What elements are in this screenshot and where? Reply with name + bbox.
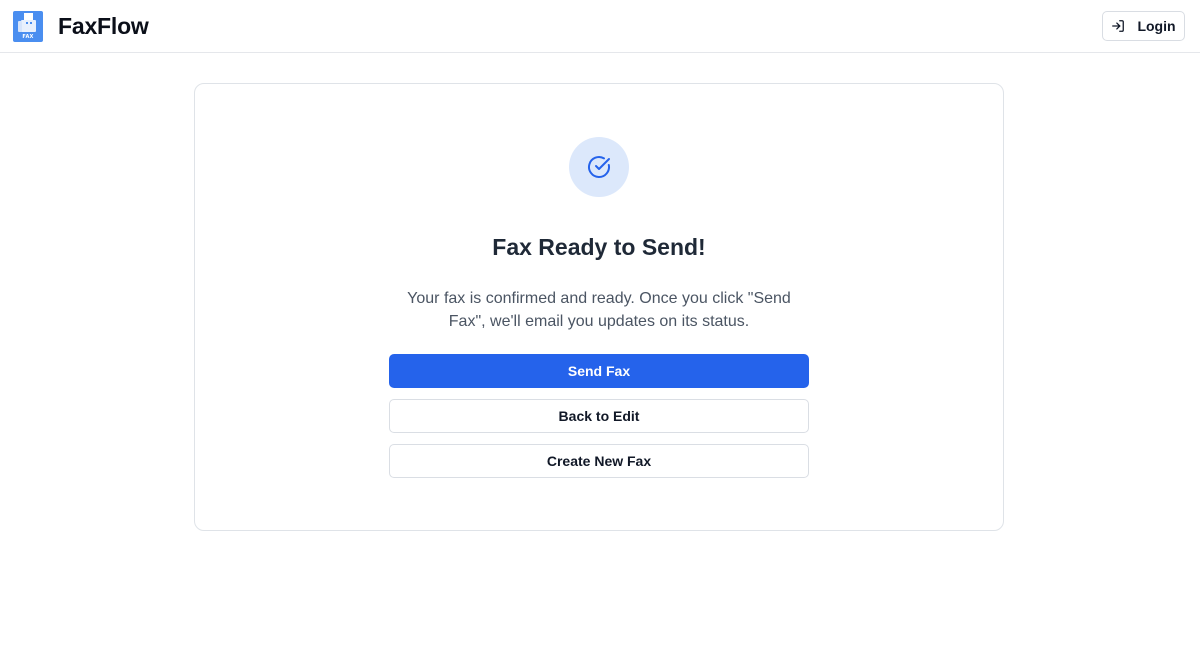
check-circle-icon <box>588 156 610 178</box>
brand[interactable]: FAX FaxFlow <box>13 10 149 42</box>
confirmation-card: Fax Ready to Send! Your fax is confirmed… <box>194 83 1004 531</box>
login-arrow-icon <box>1112 20 1125 32</box>
status-circle <box>569 137 629 197</box>
page-title: Fax Ready to Send! <box>492 234 706 260</box>
top-bar: FAX FaxFlow Login <box>0 0 1200 53</box>
app-name: FaxFlow <box>58 12 149 39</box>
login-button[interactable]: Login <box>1102 11 1185 41</box>
login-label: Login <box>1137 18 1176 34</box>
back-to-edit-button[interactable]: Back to Edit <box>389 399 809 433</box>
logo-text: FAX <box>22 33 34 40</box>
create-new-fax-button[interactable]: Create New Fax <box>389 444 809 478</box>
fax-machine-logo-icon: FAX <box>13 10 43 42</box>
send-fax-button[interactable]: Send Fax <box>389 354 809 388</box>
confirmation-message: Your fax is confirmed and ready. Once yo… <box>407 290 791 330</box>
